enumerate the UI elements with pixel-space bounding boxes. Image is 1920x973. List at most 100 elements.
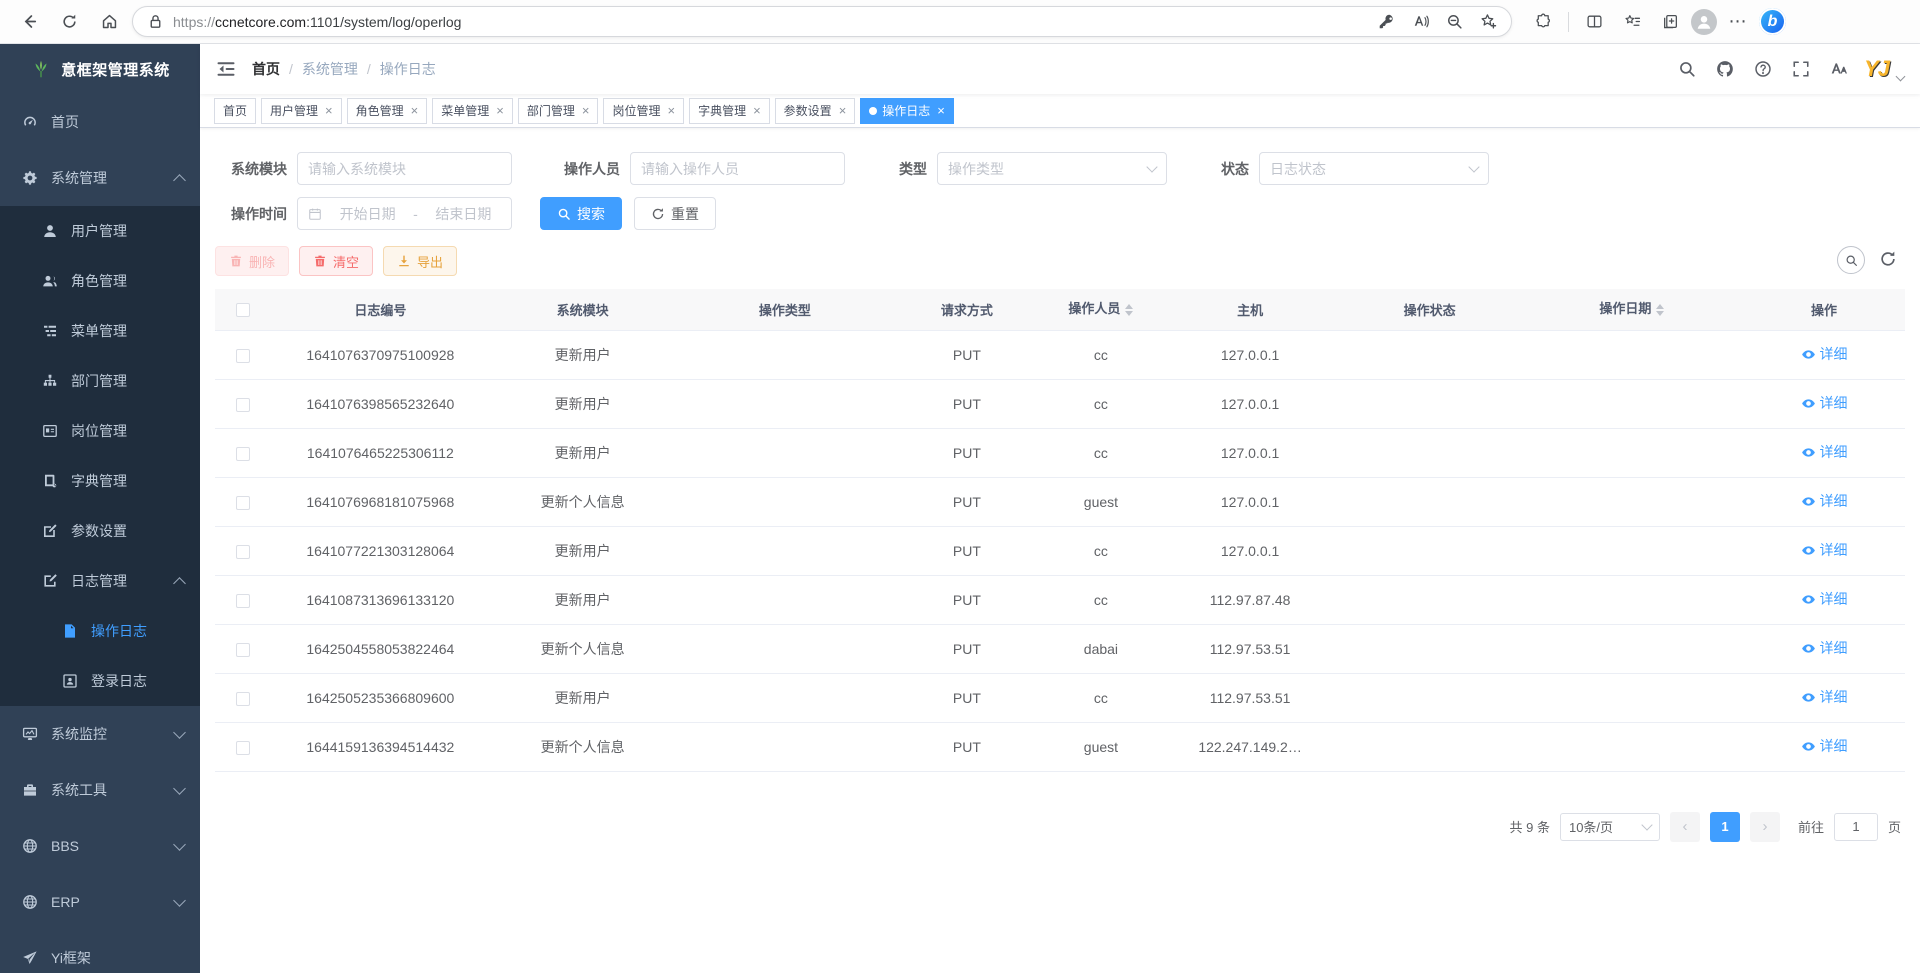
tab-参数设置[interactable]: 参数设置 ×	[775, 98, 856, 124]
sidebar-item-部门管理[interactable]: 部门管理	[0, 356, 200, 406]
row-checkbox[interactable]	[236, 349, 250, 363]
more-options-icon[interactable]: ⋯	[1721, 6, 1755, 38]
tab-用户管理[interactable]: 用户管理 ×	[261, 98, 342, 124]
tab-字典管理[interactable]: 字典管理 ×	[689, 98, 770, 124]
detail-link[interactable]: 详细	[1801, 491, 1848, 511]
extensions-icon[interactable]	[1526, 6, 1560, 38]
profile-avatar[interactable]	[1691, 9, 1717, 35]
select-all-checkbox[interactable]	[236, 303, 250, 317]
search-icon[interactable]	[1674, 56, 1700, 82]
breadcrumb-item[interactable]: 系统管理	[302, 59, 358, 79]
home-icon[interactable]	[92, 6, 126, 38]
sidebar-item-操作日志[interactable]: 操作日志	[0, 606, 200, 656]
sidebar-item-菜单管理[interactable]: 菜单管理	[0, 306, 200, 356]
delete-button[interactable]: 删除	[215, 246, 289, 276]
status-select[interactable]: 日志状态	[1259, 152, 1489, 185]
sidebar-item-系统监控[interactable]: 系统监控	[0, 706, 200, 762]
detail-link[interactable]: 详细	[1801, 687, 1848, 707]
operator-input[interactable]: 请输入操作人员	[630, 152, 845, 185]
reload-icon[interactable]	[52, 6, 86, 38]
tab-操作日志[interactable]: 操作日志 ×	[860, 98, 954, 124]
close-tab-icon[interactable]: ×	[839, 104, 847, 117]
export-button[interactable]: 导出	[383, 246, 457, 276]
read-aloud-icon[interactable]	[1405, 9, 1435, 35]
prev-page-button[interactable]: ‹	[1670, 812, 1700, 842]
next-page-button[interactable]: ›	[1750, 812, 1780, 842]
row-checkbox[interactable]	[236, 692, 250, 706]
fullscreen-icon[interactable]	[1788, 56, 1814, 82]
tab-首页[interactable]: 首页	[214, 98, 256, 124]
toggle-search-button[interactable]	[1837, 246, 1865, 274]
goto-page-input[interactable]: 1	[1834, 813, 1878, 841]
app-logo[interactable]: 意框架管理系统	[0, 44, 200, 94]
address-bar[interactable]: https://ccnetcore.com:1101/system/log/op…	[132, 6, 1512, 37]
row-checkbox[interactable]	[236, 545, 250, 559]
sidebar-toggle-icon[interactable]	[216, 59, 236, 79]
close-tab-icon[interactable]: ×	[325, 104, 333, 117]
row-checkbox[interactable]	[236, 447, 250, 461]
row-checkbox[interactable]	[236, 594, 250, 608]
star-plus-icon[interactable]	[1473, 9, 1503, 35]
user-logo[interactable]: YJ	[1864, 58, 1889, 80]
clear-button[interactable]: 清空	[299, 246, 373, 276]
tab-角色管理[interactable]: 角色管理 ×	[347, 98, 428, 124]
reset-button[interactable]: 重置	[634, 197, 716, 230]
detail-link[interactable]: 详细	[1801, 344, 1848, 364]
search-button[interactable]: 搜索	[540, 197, 622, 230]
sidebar-item-首页[interactable]: 首页	[0, 94, 200, 150]
module-input[interactable]: 请输入系统模块	[297, 152, 512, 185]
tab-菜单管理[interactable]: 菜单管理 ×	[432, 98, 513, 124]
close-tab-icon[interactable]: ×	[667, 104, 675, 117]
font-size-icon[interactable]	[1826, 56, 1852, 82]
user-menu-caret-icon[interactable]	[1896, 71, 1906, 81]
split-screen-icon[interactable]	[1577, 6, 1611, 38]
sidebar-item-ERP[interactable]: ERP	[0, 874, 200, 930]
zoom-out-icon[interactable]	[1439, 9, 1469, 35]
sidebar-item-参数设置[interactable]: 参数设置	[0, 506, 200, 556]
row-checkbox[interactable]	[236, 643, 250, 657]
close-tab-icon[interactable]: ×	[411, 104, 419, 117]
sidebar-item-登录日志[interactable]: 登录日志	[0, 656, 200, 706]
breadcrumb-item[interactable]: 首页	[252, 59, 280, 79]
close-tab-icon[interactable]: ×	[496, 104, 504, 117]
page-number-1[interactable]: 1	[1710, 812, 1740, 842]
url-text[interactable]: https://ccnetcore.com:1101/system/log/op…	[173, 14, 1371, 30]
row-checkbox[interactable]	[236, 741, 250, 755]
sidebar-item-系统工具[interactable]: 系统工具	[0, 762, 200, 818]
row-checkbox[interactable]	[236, 398, 250, 412]
bing-chat-icon[interactable]: b	[1759, 8, 1786, 35]
back-icon[interactable]	[12, 6, 46, 38]
detail-link[interactable]: 详细	[1801, 393, 1848, 413]
sort-icon[interactable]	[1656, 300, 1664, 320]
sidebar-item-Yi框架[interactable]: Yi框架	[0, 930, 200, 973]
sidebar-item-用户管理[interactable]: 用户管理	[0, 206, 200, 256]
column-header-操作日期[interactable]: 操作日期	[1521, 289, 1744, 330]
column-header-操作人员[interactable]: 操作人员	[1040, 289, 1161, 330]
sidebar-item-BBS[interactable]: BBS	[0, 818, 200, 874]
sidebar-item-角色管理[interactable]: 角色管理	[0, 256, 200, 306]
sidebar-item-字典管理[interactable]: 字典管理	[0, 456, 200, 506]
breadcrumb-item[interactable]: 操作日志	[380, 59, 436, 79]
sidebar-item-日志管理[interactable]: 日志管理	[0, 556, 200, 606]
favorites-bar-icon[interactable]	[1615, 6, 1649, 38]
detail-link[interactable]: 详细	[1801, 736, 1848, 756]
type-select[interactable]: 操作类型	[937, 152, 1167, 185]
sidebar-item-系统管理[interactable]: 系统管理	[0, 150, 200, 206]
tab-岗位管理[interactable]: 岗位管理 ×	[603, 98, 684, 124]
detail-link[interactable]: 详细	[1801, 638, 1848, 658]
close-tab-icon[interactable]: ×	[582, 104, 590, 117]
github-icon[interactable]	[1712, 56, 1738, 82]
sort-icon[interactable]	[1125, 300, 1133, 320]
date-range-input[interactable]: 开始日期 - 结束日期	[297, 197, 512, 230]
row-checkbox[interactable]	[236, 496, 250, 510]
detail-link[interactable]: 详细	[1801, 540, 1848, 560]
detail-link[interactable]: 详细	[1801, 589, 1848, 609]
tab-部门管理[interactable]: 部门管理 ×	[518, 98, 599, 124]
help-icon[interactable]	[1750, 56, 1776, 82]
close-tab-icon[interactable]: ×	[937, 104, 945, 117]
close-tab-icon[interactable]: ×	[753, 104, 761, 117]
collections-icon[interactable]	[1653, 6, 1687, 38]
refresh-table-button[interactable]	[1879, 250, 1899, 270]
lock-icon[interactable]	[145, 12, 165, 32]
page-size-select[interactable]: 10条/页	[1560, 813, 1660, 841]
